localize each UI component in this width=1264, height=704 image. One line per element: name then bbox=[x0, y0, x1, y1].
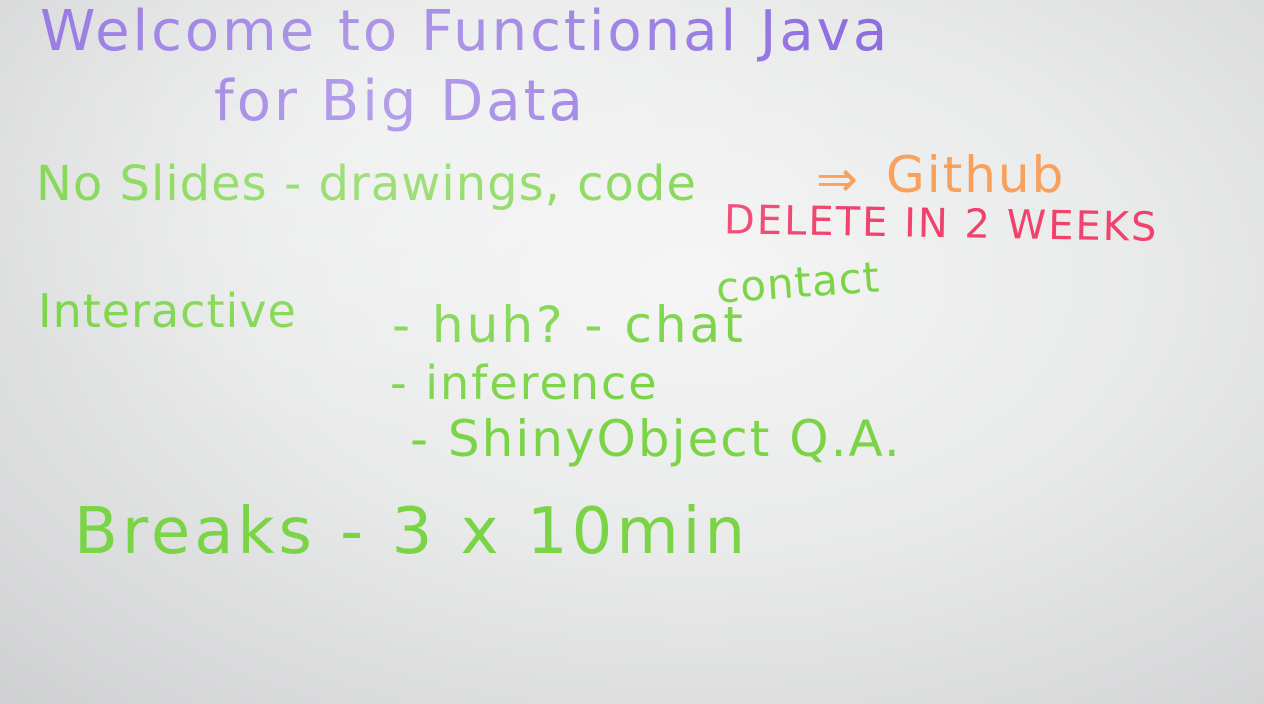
breaks-line: Breaks - 3 x 10min bbox=[74, 495, 749, 569]
github-label: Github bbox=[886, 146, 1066, 204]
item-shiny-object: - ShinyObject Q.A. bbox=[410, 410, 902, 468]
title-line-2: for Big Data bbox=[214, 69, 586, 134]
title-line-1: Welcome to Functional Java bbox=[40, 0, 891, 64]
no-slides-line: No Slides - drawings, code bbox=[36, 156, 697, 212]
interactive-heading: Interactive bbox=[38, 284, 297, 338]
item-huh-chat: - huh? - chat bbox=[392, 296, 746, 354]
item-inference: - inference bbox=[390, 356, 659, 410]
whiteboard: Welcome to Functional Java for Big Data … bbox=[0, 0, 1264, 704]
delete-note: DELETE IN 2 WEEKS bbox=[723, 197, 1159, 251]
arrow-icon: ⇒ bbox=[816, 150, 860, 208]
